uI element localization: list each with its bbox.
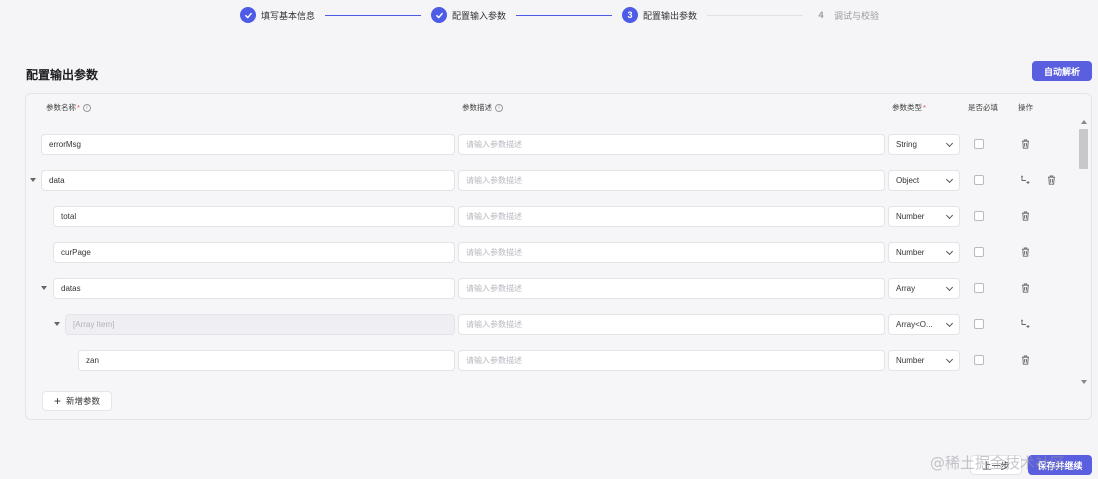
col-header-required: 是否必填: [968, 103, 998, 112]
table-row: Number: [26, 242, 1076, 266]
param-type-select[interactable]: Number: [888, 350, 960, 371]
add-child-icon[interactable]: [1019, 174, 1031, 186]
step-3[interactable]: 3 配置输出参数: [622, 7, 697, 23]
scroll-up-arrow-icon[interactable]: [1081, 120, 1087, 124]
scrollbar[interactable]: [1079, 120, 1089, 384]
chevron-down-icon: [945, 139, 954, 147]
required-asterisk: *: [77, 103, 80, 112]
required-asterisk: *: [923, 103, 926, 112]
table-row: String: [26, 134, 1076, 158]
param-type-select[interactable]: Array<O...: [888, 314, 960, 335]
required-checkbox[interactable]: [974, 283, 984, 293]
info-icon[interactable]: i: [495, 103, 503, 112]
chevron-down-icon: [945, 175, 954, 183]
trash-icon[interactable]: [1019, 282, 1031, 294]
table-row: Number: [26, 206, 1076, 230]
param-type-value: Array<O...: [896, 320, 933, 329]
chevron-down-icon: [945, 247, 954, 255]
table-row: Array<O...: [26, 314, 1076, 338]
step-connector: [516, 14, 613, 16]
step-number: 4: [818, 10, 824, 20]
param-type-value: Number: [896, 212, 925, 221]
required-checkbox[interactable]: [974, 211, 984, 221]
param-name-input[interactable]: [53, 206, 455, 227]
page-title: 配置输出参数: [26, 68, 99, 82]
param-type-select[interactable]: Object: [888, 170, 960, 191]
scroll-down-arrow-icon[interactable]: [1081, 380, 1087, 384]
step-4[interactable]: 4 调试与校验: [813, 7, 880, 23]
add-param-label: 新增参数: [66, 396, 101, 406]
required-checkbox[interactable]: [974, 355, 984, 365]
param-description-input[interactable]: [458, 278, 885, 299]
param-name-input[interactable]: [78, 350, 455, 371]
table-row: Object: [26, 170, 1076, 194]
table-row: Number: [26, 350, 1076, 374]
param-type-value: Object: [896, 176, 920, 185]
param-description-input[interactable]: [458, 134, 885, 155]
param-type-value: Array: [896, 284, 916, 293]
col-header-name-label: 参数名称: [46, 103, 76, 112]
step-connector: [707, 14, 804, 16]
param-description-input[interactable]: [458, 170, 885, 191]
param-name-input: [65, 314, 455, 335]
step-label: 配置输入参数: [452, 10, 507, 21]
scroll-thumb[interactable]: [1079, 129, 1088, 169]
trash-icon[interactable]: [1019, 246, 1031, 258]
col-header-description-label: 参数描述: [462, 103, 492, 112]
col-header-type-label: 参数类型: [892, 103, 922, 112]
expand-caret-icon[interactable]: [30, 178, 36, 182]
watermark: @稀土掘金技术社区: [930, 454, 1066, 472]
chevron-down-icon: [945, 211, 954, 219]
param-description-input[interactable]: [458, 206, 885, 227]
param-type-value: Number: [896, 356, 925, 365]
step-label: 调试与校验: [834, 10, 880, 21]
step-label: 配置输出参数: [643, 10, 698, 21]
step-1[interactable]: 填写基本信息: [240, 7, 315, 23]
step-connector: [325, 14, 422, 16]
param-name-input[interactable]: [41, 134, 455, 155]
param-type-select[interactable]: String: [888, 134, 960, 155]
param-type-select[interactable]: Number: [888, 242, 960, 263]
output-params-panel: 参数名称* i 参数描述 i 参数类型* 是否必填 操作 String Obje…: [25, 93, 1092, 420]
required-checkbox[interactable]: [974, 247, 984, 257]
param-name-input[interactable]: [41, 170, 455, 191]
chevron-down-icon: [945, 319, 954, 327]
col-header-description: 参数描述 i: [462, 102, 503, 113]
param-name-input[interactable]: [53, 242, 455, 263]
chevron-down-icon: [945, 355, 954, 363]
param-description-input[interactable]: [458, 314, 885, 335]
param-type-select[interactable]: Array: [888, 278, 960, 299]
table-row: Array: [26, 278, 1076, 302]
add-param-button[interactable]: + 新增参数: [42, 391, 112, 411]
plus-icon: +: [53, 394, 61, 408]
required-checkbox[interactable]: [974, 319, 984, 329]
chevron-down-icon: [945, 283, 954, 291]
expand-caret-icon[interactable]: [41, 286, 47, 290]
step-label: 填写基本信息: [261, 10, 316, 21]
step-2[interactable]: 配置输入参数: [431, 7, 506, 23]
required-checkbox[interactable]: [974, 175, 984, 185]
trash-icon[interactable]: [1019, 354, 1031, 366]
required-checkbox[interactable]: [974, 139, 984, 149]
param-type-select[interactable]: Number: [888, 206, 960, 227]
param-name-input[interactable]: [53, 278, 455, 299]
expand-caret-icon[interactable]: [54, 322, 60, 326]
auto-parse-button[interactable]: 自动解析: [1032, 61, 1092, 81]
trash-icon[interactable]: [1019, 210, 1031, 222]
param-type-value: String: [896, 140, 917, 149]
trash-icon[interactable]: [1045, 174, 1057, 186]
trash-icon[interactable]: [1019, 138, 1031, 150]
step-number: 3: [622, 7, 639, 23]
col-header-actions: 操作: [1018, 103, 1033, 112]
check-icon: [431, 7, 448, 23]
info-icon[interactable]: i: [82, 103, 91, 112]
param-type-value: Number: [896, 248, 925, 257]
col-header-type: 参数类型 *: [892, 102, 926, 113]
stepper: 填写基本信息 配置输入参数 3 配置输出参数 4 调试与校验: [240, 6, 879, 24]
add-child-icon[interactable]: [1019, 318, 1031, 330]
param-description-input[interactable]: [458, 350, 885, 371]
param-description-input[interactable]: [458, 242, 885, 263]
check-icon: [240, 7, 256, 23]
col-header-name: 参数名称 * i: [46, 102, 91, 113]
